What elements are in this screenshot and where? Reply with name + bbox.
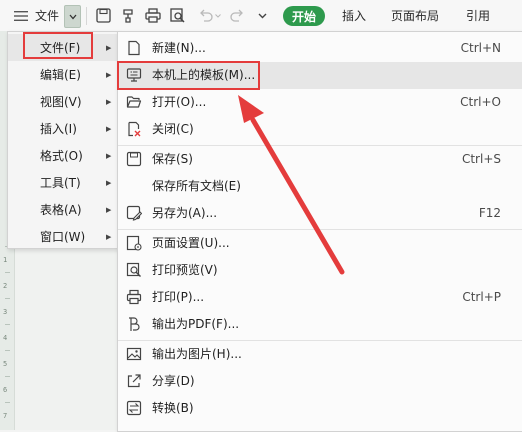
annotation-arrow [238,95,345,275]
